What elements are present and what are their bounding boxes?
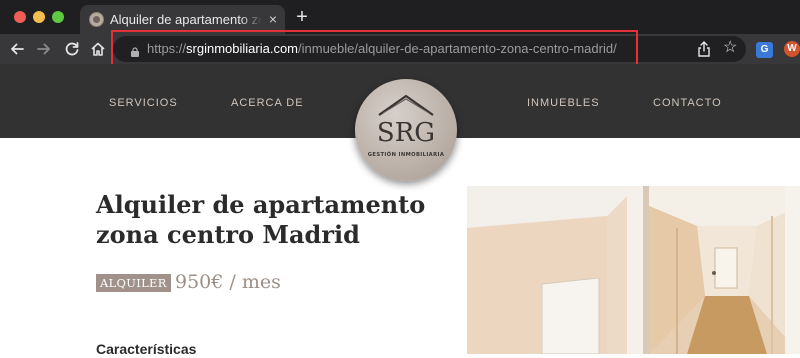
reload-icon[interactable] <box>61 38 83 60</box>
nav-link-servicios[interactable]: SERVICIOS <box>109 96 178 110</box>
property-price: 950€ / mes <box>175 271 281 293</box>
site-favicon-icon <box>89 12 104 27</box>
close-icon[interactable]: × <box>266 11 280 27</box>
nav-link-contacto[interactable]: CONTACTO <box>653 96 722 110</box>
url-highlight-annotation <box>111 30 638 68</box>
plus-icon[interactable]: + <box>293 7 311 27</box>
svg-text:SRG: SRG <box>377 118 435 148</box>
star-icon[interactable]: ☆ <box>723 39 739 57</box>
property-title: Alquiler de apartamento zona centro Madr… <box>96 190 426 249</box>
features-heading: Características <box>96 341 197 357</box>
back-arrow-icon[interactable] <box>6 38 28 60</box>
maximize-window-button[interactable] <box>52 11 64 23</box>
close-window-button[interactable] <box>14 11 26 23</box>
svg-text:GESTIÓN INMOBILIARIA: GESTIÓN INMOBILIARIA <box>368 151 444 158</box>
forward-arrow-icon[interactable] <box>33 38 55 60</box>
wordpress-extension-icon[interactable]: W <box>784 41 800 57</box>
listing-type-badge: ALQUILER <box>96 274 171 292</box>
nav-link-acerca-de[interactable]: ACERCA DE <box>231 96 304 110</box>
property-photo[interactable] <box>467 186 800 354</box>
logo-mark-icon: SRG GESTIÓN INMOBILIARIA <box>368 94 444 158</box>
nav-link-inmuebles[interactable]: INMUEBLES <box>527 96 600 110</box>
share-icon[interactable] <box>697 41 711 57</box>
translate-extension-icon[interactable]: G <box>756 42 773 58</box>
minimize-window-button[interactable] <box>33 11 45 23</box>
home-icon[interactable] <box>87 38 109 60</box>
browser-tab-strip: Alquiler de apartamento zona c × + <box>0 0 800 34</box>
tab-title: Alquiler de apartamento zona c <box>110 12 260 27</box>
site-logo[interactable]: SRG GESTIÓN INMOBILIARIA <box>355 79 457 181</box>
